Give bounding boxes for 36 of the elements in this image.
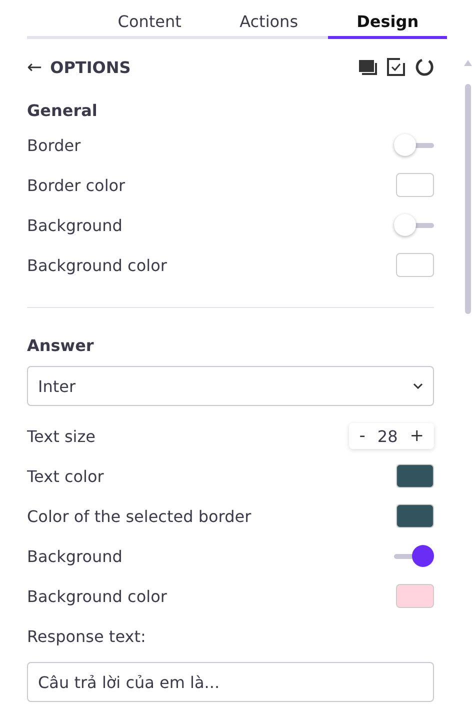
color-swatch[interactable] bbox=[396, 173, 434, 197]
color-swatch[interactable] bbox=[396, 464, 434, 488]
option-label: Background color bbox=[27, 256, 167, 274]
section-heading: General bbox=[27, 100, 98, 122]
color-swatch[interactable] bbox=[396, 253, 434, 277]
option-label: Background bbox=[27, 546, 122, 566]
increment-button[interactable]: + bbox=[408, 426, 426, 446]
tab[interactable]: Design bbox=[328, 0, 447, 39]
font-dropdown[interactable]: Inter bbox=[27, 366, 434, 406]
back-button[interactable]: ← bbox=[27, 56, 42, 78]
option-label: Text size bbox=[27, 426, 96, 446]
option-label: Response text: bbox=[27, 626, 146, 646]
scroll-up-icon[interactable] bbox=[464, 60, 472, 66]
size-value: 28 bbox=[377, 426, 398, 446]
response-text-field[interactable]: Câu trả lời của em là... bbox=[27, 662, 434, 702]
option-label: Border color bbox=[27, 176, 126, 194]
section-heading: Answer bbox=[27, 334, 95, 356]
tab[interactable]: Content bbox=[27, 0, 210, 39]
color-swatch[interactable] bbox=[396, 584, 434, 608]
option-label: Background bbox=[27, 216, 122, 234]
toggle-switch[interactable] bbox=[394, 214, 434, 236]
option-label: Color of the selected border bbox=[27, 506, 252, 526]
toggle-switch[interactable] bbox=[394, 545, 434, 567]
toggle-switch[interactable] bbox=[394, 134, 434, 156]
decrement-button[interactable]: - bbox=[357, 426, 368, 446]
chevron-icon bbox=[413, 383, 423, 389]
option-label: Background color bbox=[27, 586, 167, 606]
checkbox-icon[interactable] bbox=[386, 57, 406, 77]
color-swatch[interactable] bbox=[396, 504, 434, 528]
option-label: Text color bbox=[27, 466, 104, 486]
panel-title: OPTIONS bbox=[50, 58, 132, 76]
tab[interactable]: Actions bbox=[209, 0, 328, 39]
option-label: Border bbox=[27, 136, 81, 154]
reset-icon[interactable] bbox=[414, 57, 434, 77]
scrollbar-thumb[interactable] bbox=[465, 84, 471, 314]
layers-icon[interactable] bbox=[358, 58, 378, 76]
